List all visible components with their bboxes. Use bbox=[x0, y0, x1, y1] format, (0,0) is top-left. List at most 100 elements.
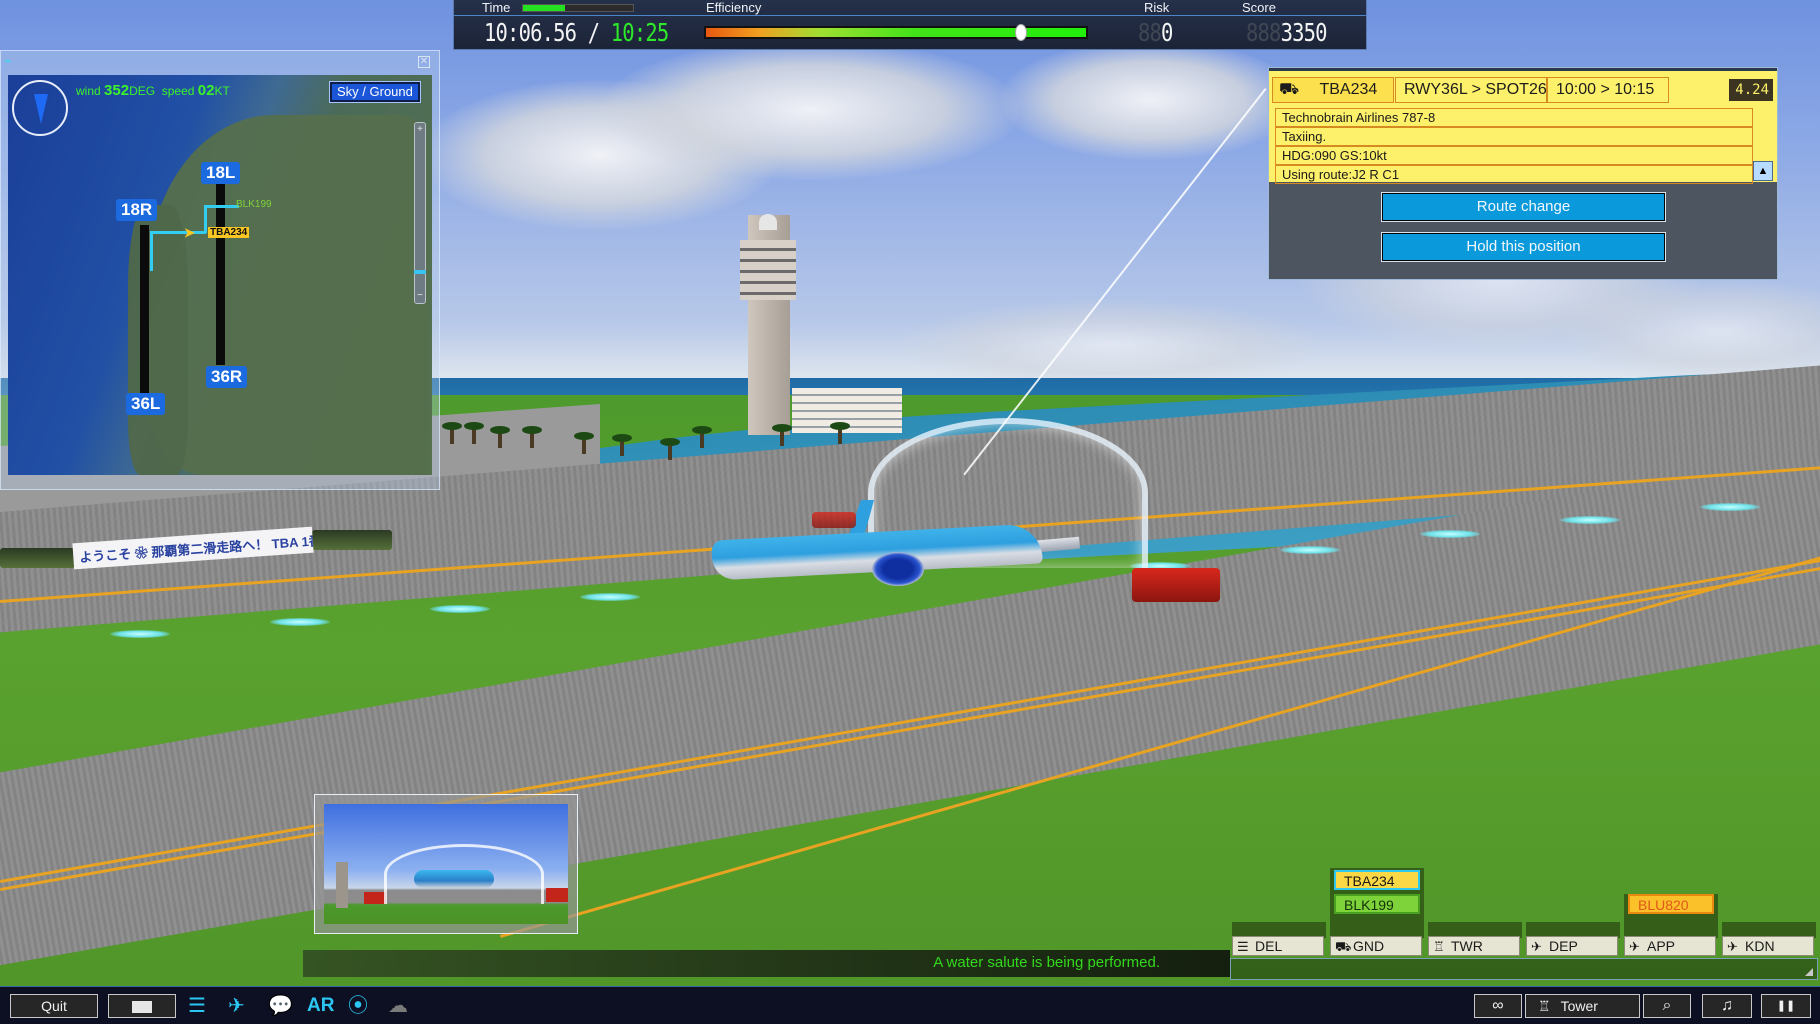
flight-strip[interactable]: BLU820 bbox=[1628, 894, 1714, 914]
taxi-light bbox=[580, 593, 640, 601]
zoom-slider-thumb[interactable] bbox=[414, 270, 426, 274]
sector-tab-del[interactable]: ☰ DEL bbox=[1232, 936, 1324, 956]
preview-fire-truck bbox=[364, 892, 386, 904]
pause-icon: ❚❚ bbox=[1776, 1000, 1796, 1012]
message-bar: A water salute is being performed. bbox=[303, 950, 1230, 977]
fighter-jet-icon: ✈ bbox=[1727, 939, 1738, 954]
taxi-light bbox=[1280, 546, 1340, 554]
island-land bbox=[148, 115, 428, 475]
ar-toggle-button[interactable]: AR bbox=[307, 992, 334, 1020]
flight-list-icon[interactable]: ✈ bbox=[228, 992, 245, 1020]
flight-strip[interactable]: BLK199 bbox=[1334, 894, 1420, 914]
efficiency-indicator bbox=[1015, 24, 1028, 41]
info-callsign: TBA234 bbox=[1319, 81, 1378, 98]
chat-icon[interactable]: 💬 bbox=[268, 992, 293, 1020]
clipboard-icon: ☰ bbox=[1237, 939, 1249, 954]
bus bbox=[312, 530, 392, 550]
ground-vehicle-icon: ⛟ bbox=[1335, 939, 1352, 954]
risk-ghost-digits: 88 bbox=[1138, 18, 1162, 47]
sector-tab-twr[interactable]: ♖ TWR bbox=[1428, 936, 1520, 956]
weather-icon[interactable]: ☁ bbox=[388, 992, 408, 1020]
score-display: 8883350 bbox=[1246, 18, 1327, 47]
clock-separator: / bbox=[587, 18, 600, 47]
flight-strip[interactable]: TBA234 bbox=[1334, 870, 1420, 890]
sector-tab-kdn[interactable]: ✈ KDN bbox=[1722, 936, 1814, 956]
preview-water-arch bbox=[384, 844, 544, 904]
minimap-close-button[interactable]: ✕ bbox=[418, 56, 430, 68]
sector-tab-label: TWR bbox=[1451, 938, 1483, 954]
time-progress-fill bbox=[523, 5, 565, 11]
quit-button[interactable]: Quit bbox=[10, 994, 98, 1018]
radar-antenna-icon[interactable]: ⦿ bbox=[348, 992, 368, 1020]
palm-tree bbox=[660, 438, 680, 460]
wind-direction-unit: DEG bbox=[129, 84, 156, 98]
palm-tree bbox=[464, 422, 484, 444]
camera-preview-image bbox=[324, 804, 568, 924]
clock-end: 10:25 bbox=[610, 18, 669, 47]
info-heading-speed: HDG:090 GS:10kt bbox=[1275, 146, 1753, 165]
taxi-light bbox=[270, 618, 330, 626]
info-schedule: 10:00 > 10:15 bbox=[1547, 77, 1669, 103]
music-icon: ♫ bbox=[1721, 997, 1733, 1014]
resize-grip-icon[interactable] bbox=[1805, 968, 1813, 976]
strip-command-area[interactable] bbox=[1230, 958, 1818, 980]
control-tower-radome bbox=[759, 214, 777, 230]
minimap-aircraft-tag[interactable]: TBA234 bbox=[208, 227, 250, 238]
wind-direction-icon bbox=[34, 94, 48, 124]
collapse-up-button[interactable]: ▲ bbox=[1753, 161, 1773, 181]
cloud bbox=[900, 300, 1320, 390]
hud-divider bbox=[454, 15, 1366, 16]
bottom-toolbar: Quit ☰ ✈ 💬 AR ⦿ ☁ ∞ ♖ Tower ⌕ ♫ ❚❚ bbox=[0, 986, 1820, 1024]
wind-label: wind bbox=[76, 84, 101, 98]
hold-position-button[interactable]: Hold this position bbox=[1381, 232, 1666, 262]
minimap-zoom-slider[interactable]: + − bbox=[414, 122, 426, 304]
sector-tab-label: KDN bbox=[1745, 938, 1775, 954]
info-route: RWY36L > SPOT26 bbox=[1395, 77, 1547, 103]
runway-label: 18R bbox=[116, 199, 158, 221]
music-button[interactable]: ♫ bbox=[1702, 994, 1752, 1018]
sky-ground-toggle-button[interactable]: Sky / Ground bbox=[329, 81, 421, 103]
ground-vehicle-icon: ⛟ bbox=[1279, 81, 1300, 98]
search-icon: ⌕ bbox=[1662, 997, 1672, 1014]
aircraft-info-panel: ⛟ TBA234 RWY36L > SPOT26 10:00 > 10:15 4… bbox=[1268, 67, 1778, 280]
sector-tab-gnd[interactable]: ⛟ GND bbox=[1330, 936, 1422, 956]
sector-tab-label: APP bbox=[1647, 938, 1676, 954]
runway-label: 36R bbox=[206, 366, 248, 388]
time-progress-bar bbox=[522, 4, 634, 12]
pause-button[interactable]: ❚❚ bbox=[1761, 994, 1811, 1018]
aircraft-engine bbox=[872, 552, 924, 586]
zoom-in-icon[interactable]: + bbox=[415, 125, 425, 135]
approach-icon: ✈ bbox=[1629, 939, 1640, 954]
bus bbox=[0, 548, 75, 568]
minimap-map[interactable]: 18L 18R 36R 36L ➤ TBA234 BLK199 bbox=[8, 75, 432, 475]
minimap-aircraft-tag[interactable]: BLK199 bbox=[236, 199, 272, 210]
window-mode-button[interactable] bbox=[108, 994, 176, 1018]
route-change-button[interactable]: Route change bbox=[1381, 192, 1666, 222]
camera-preview[interactable] bbox=[314, 794, 578, 934]
palm-tree bbox=[442, 422, 462, 444]
binoculars-button[interactable]: ∞ bbox=[1474, 994, 1522, 1018]
sector-tab-app[interactable]: ✈ APP bbox=[1624, 936, 1716, 956]
camera-view-select[interactable]: ♖ Tower bbox=[1525, 994, 1640, 1018]
risk-value: 0 bbox=[1161, 18, 1173, 47]
window-icon bbox=[132, 1001, 152, 1014]
taxi-route bbox=[204, 205, 207, 233]
wind-readout: wind 352DEG speed 02KT bbox=[76, 82, 230, 99]
palm-tree bbox=[830, 422, 850, 444]
efficiency-label: Efficiency bbox=[706, 0, 762, 15]
runway-18r-36l bbox=[140, 225, 149, 410]
sector-tab-label: DEP bbox=[1549, 938, 1578, 954]
zoom-out-icon[interactable]: − bbox=[415, 291, 425, 301]
risk-display: 880 bbox=[1138, 18, 1173, 47]
info-timer: 4.24 bbox=[1729, 79, 1773, 101]
taxi-light bbox=[1420, 530, 1480, 538]
taxi-light bbox=[1700, 503, 1760, 511]
palm-tree bbox=[574, 432, 594, 454]
search-button[interactable]: ⌕ bbox=[1643, 994, 1691, 1018]
aircraft-marker-icon[interactable]: ➤ bbox=[184, 225, 195, 241]
preview-tower bbox=[336, 862, 348, 908]
info-status: Taxiing. bbox=[1275, 127, 1753, 146]
radar-signal-icon: ⌁ bbox=[4, 53, 12, 68]
strip-list-icon[interactable]: ☰ bbox=[188, 992, 206, 1020]
sector-tab-dep[interactable]: ✈ DEP bbox=[1526, 936, 1618, 956]
